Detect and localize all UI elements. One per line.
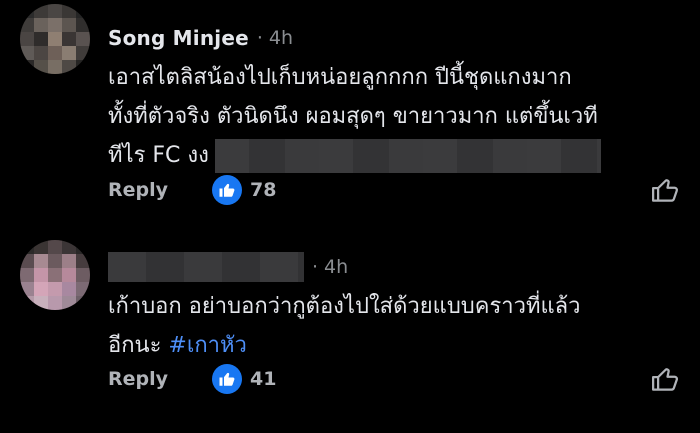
author-name[interactable]: Song Minjee [108,26,249,50]
author-name-redacted[interactable] [108,252,304,282]
comment-line-text: ทีไร FC งง [108,143,209,168]
thumbs-up-icon[interactable] [650,175,680,205]
redacted-text-block [214,139,601,173]
thumbs-up-icon [219,372,235,386]
like-count[interactable]: 41 [250,368,276,390]
comment-line: เก้าบอก อย่าบอกว่ากูต้องไปใส่ด้วยแบบคราว… [108,294,581,319]
avatar[interactable] [20,4,90,74]
thumbs-up-icon [219,183,235,197]
timestamp[interactable]: 4h [269,27,293,49]
comment-line: ทีไร FC งง [108,136,680,175]
reply-button[interactable]: Reply [108,368,168,390]
separator: · [312,256,319,278]
comment-header: Song Minjee · 4h [108,26,293,50]
timestamp[interactable]: 4h [324,256,348,278]
comment-text: เก้าบอก อย่าบอกว่ากูต้องไปใส่ด้วยแบบคราว… [108,287,680,365]
comment: · 4h เก้าบอก อย่าบอกว่ากูต้องไปใส่ด้วยแบ… [0,222,700,433]
hashtag-link[interactable]: #เกาหัว [168,333,246,358]
comment-header: · 4h [108,252,348,282]
like-reaction-icon[interactable] [212,364,243,394]
reply-button[interactable]: Reply [108,179,168,201]
like-count[interactable]: 78 [250,179,276,201]
comment-line-text: อีกนะ [108,333,162,358]
comment-line: เอาสไตลิสน้องไปเก็บหน่อยลูกกกก ปีนี้ชุดแ… [108,65,572,90]
avatar[interactable] [20,240,90,310]
like-reaction-icon[interactable] [212,175,243,205]
separator: · [256,27,263,49]
comment-line: อีกนะ #เกาหัว [108,326,680,365]
comment-line: ทั้งที่ตัวจริง ตัวนิดนึง ผอมสุดๆ ขายาวมา… [108,104,598,129]
comment-actions: Reply 78 [108,175,680,205]
comment-text: เอาสไตลิสน้องไปเก็บหน่อยลูกกกก ปีนี้ชุดแ… [108,58,680,175]
comment-actions: Reply 41 [108,364,680,394]
thumbs-up-icon[interactable] [650,364,680,394]
comment: Song Minjee · 4h เอาสไตลิสน้องไปเก็บหน่อ… [0,0,700,220]
